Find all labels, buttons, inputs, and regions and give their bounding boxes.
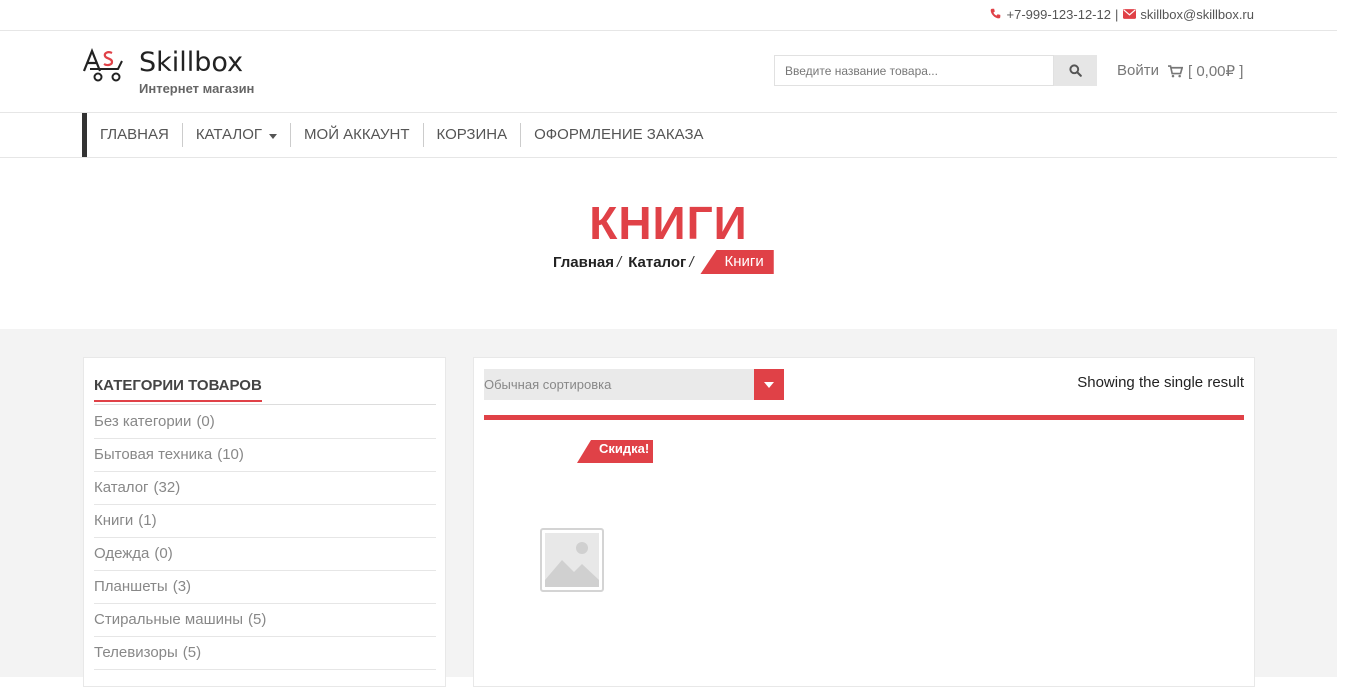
nav-item-my-account[interactable]: МОЙ АККАУНТ bbox=[291, 123, 424, 147]
category-item[interactable]: Книги (1) bbox=[94, 505, 436, 538]
nav-item-checkout[interactable]: ОФОРМЛЕНИЕ ЗАКАЗА bbox=[521, 123, 716, 147]
envelope-icon bbox=[1122, 7, 1136, 22]
phone-icon bbox=[989, 7, 1003, 22]
category-item[interactable]: Одежда (0) bbox=[94, 538, 436, 571]
category-name: Книги bbox=[94, 512, 134, 529]
nav-item-label: КОРЗИНА bbox=[436, 126, 508, 143]
email-address[interactable]: skillbox@skillbox.ru bbox=[1140, 7, 1254, 22]
widget-title-rule bbox=[94, 404, 436, 405]
search-button[interactable] bbox=[1054, 55, 1097, 86]
sale-badge: Скидка! bbox=[577, 440, 654, 463]
main-area: КАТЕГОРИИ ТОВАРОВ Без категории (0) Бытов… bbox=[0, 329, 1337, 687]
breadcrumb: Главная / Каталог / Книги bbox=[553, 250, 774, 274]
cart-icon bbox=[1168, 64, 1183, 77]
category-item[interactable]: Телевизоры (5) bbox=[94, 637, 436, 670]
phone-number[interactable]: +7-999-123-12-12 bbox=[1007, 7, 1111, 22]
breadcrumb-home[interactable]: Главная bbox=[553, 254, 614, 271]
widget-title: КАТЕГОРИИ ТОВАРОВ bbox=[94, 377, 262, 402]
category-count: (5) bbox=[248, 611, 267, 628]
contact-info: +7-999-123-12-12 | skillbox@skillbox.ru bbox=[989, 7, 1254, 22]
logo-name: Skillbox bbox=[139, 47, 244, 78]
listing-divider bbox=[484, 415, 1244, 420]
category-count: (3) bbox=[172, 578, 192, 595]
category-count: (5) bbox=[182, 644, 202, 661]
category-count: (10) bbox=[217, 446, 244, 463]
nav-item-catalog[interactable]: КАТАЛОГ bbox=[183, 123, 292, 147]
category-count: (32) bbox=[153, 479, 181, 496]
search-form bbox=[774, 55, 1097, 86]
chevron-down-icon bbox=[764, 381, 774, 388]
top-bar: +7-999-123-12-12 | skillbox@skillbox.ru bbox=[0, 0, 1337, 31]
login-link[interactable]: Войти bbox=[1117, 62, 1159, 79]
nav-item-label: ОФОРМЛЕНИЕ ЗАКАЗА bbox=[534, 126, 704, 143]
page-title: КНИГИ bbox=[589, 197, 748, 249]
cart-link[interactable]: [ 0,00₽ ] bbox=[1168, 62, 1243, 80]
category-count: (0) bbox=[154, 545, 173, 562]
sort-dropdown-button[interactable] bbox=[754, 369, 784, 400]
category-name: Телевизоры bbox=[94, 644, 178, 661]
result-count: Showing the single result bbox=[1077, 374, 1244, 391]
category-item[interactable]: Планшеты (3) bbox=[94, 571, 436, 604]
breadcrumb-separator: / bbox=[689, 253, 694, 271]
search-icon bbox=[1069, 64, 1082, 77]
category-name: Каталог bbox=[94, 479, 149, 496]
category-item[interactable]: Каталог (32) bbox=[94, 472, 436, 505]
nav-item-label: МОЙ АККАУНТ bbox=[304, 126, 410, 143]
nav-item-home[interactable]: ГЛАВНАЯ bbox=[87, 123, 183, 147]
nav-item-label: ГЛАВНАЯ bbox=[100, 126, 169, 143]
category-count: (1) bbox=[138, 512, 157, 529]
product-listing: Обычная сортировка Showing the single re… bbox=[473, 357, 1255, 687]
categories-widget: КАТЕГОРИИ ТОВАРОВ Без категории (0) Бытов… bbox=[83, 357, 446, 687]
image-placeholder-icon[interactable] bbox=[540, 528, 604, 592]
main-navigation: ГЛАВНАЯ КАТАЛОГ МОЙ АККАУНТ КОРЗИНА ОФОР… bbox=[82, 113, 717, 157]
logo-subtitle: Интернет магазин bbox=[139, 81, 255, 96]
category-name: Бытовая техника bbox=[94, 446, 213, 463]
category-name: Одежда bbox=[94, 545, 150, 562]
site-header: Skillbox Интернет магазин Войти [ 0,00₽ … bbox=[0, 31, 1337, 113]
logo-cart-icon bbox=[82, 48, 123, 82]
breadcrumb-current: Книги bbox=[700, 250, 774, 274]
breadcrumb-catalog[interactable]: Каталог bbox=[628, 254, 686, 271]
category-name: Планшеты bbox=[94, 578, 168, 595]
contact-separator: | bbox=[1114, 7, 1119, 22]
caret-down-icon bbox=[269, 133, 278, 139]
breadcrumb-separator: / bbox=[617, 253, 622, 271]
nav-item-cart[interactable]: КОРЗИНА bbox=[424, 123, 522, 147]
sort-selected-value: Обычная сортировка bbox=[484, 377, 612, 392]
nav-item-label: КАТАЛОГ bbox=[195, 126, 263, 143]
category-item[interactable]: Стиральные машины (5) bbox=[94, 604, 436, 637]
cart-total: [ 0,00₽ ] bbox=[1188, 63, 1244, 80]
page-hero: КНИГИ Главная / Каталог / Книги bbox=[0, 158, 1337, 329]
category-count: (0) bbox=[196, 413, 215, 430]
category-list: Без категории (0) Бытовая техника (10) Кат… bbox=[94, 406, 436, 670]
category-name: Стиральные машины bbox=[94, 611, 244, 628]
sort-select[interactable]: Обычная сортировка bbox=[484, 369, 784, 400]
category-name: Без категории bbox=[94, 413, 192, 430]
category-item[interactable]: Бытовая техника (10) bbox=[94, 439, 436, 472]
category-item[interactable]: Без категории (0) bbox=[94, 406, 436, 439]
search-input[interactable] bbox=[774, 55, 1054, 86]
